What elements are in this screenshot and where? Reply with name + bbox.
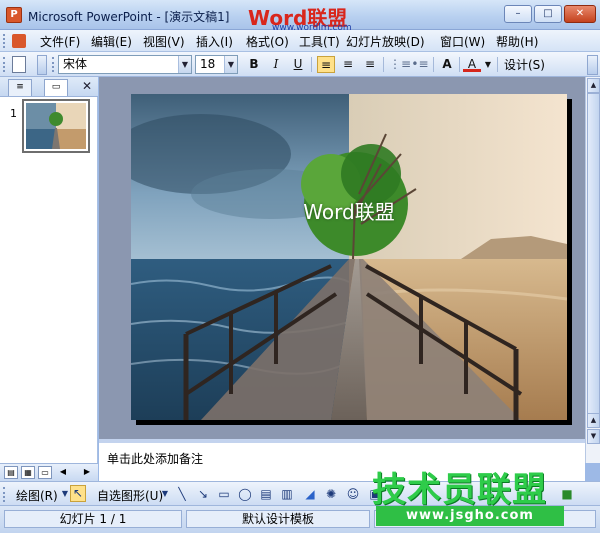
tab-outline[interactable]: ≡ <box>8 79 32 96</box>
menu-window[interactable]: 窗口(W) <box>440 33 485 50</box>
chevron-down-icon[interactable]: ▼ <box>224 56 237 73</box>
chevron-down-icon[interactable]: ▼ <box>483 56 493 73</box>
italic-button[interactable]: I <box>267 56 285 73</box>
chevron-down-icon[interactable]: ▼ <box>178 56 191 73</box>
minimize-button[interactable]: – <box>504 5 532 23</box>
font-color-button[interactable]: A <box>463 56 481 72</box>
textbox-icon[interactable]: ▤ <box>259 487 273 501</box>
menu-tools[interactable]: 工具(T) <box>299 33 340 50</box>
toolbar-grip[interactable] <box>3 57 6 72</box>
next-slide-icon[interactable]: ▼ <box>587 429 600 444</box>
vertical-scrollbar[interactable]: ▲ ▲ ▼ <box>585 77 600 463</box>
thumbnail-picture <box>26 103 86 149</box>
align-right-button[interactable]: ≡ <box>361 56 379 73</box>
close-pane-icon[interactable]: ✕ <box>82 79 92 93</box>
font-name-value: 宋体 <box>63 57 87 71</box>
scroll-left-icon[interactable]: ◀ <box>56 466 70 479</box>
scroll-thumb[interactable] <box>587 93 600 421</box>
new-document-icon[interactable] <box>12 56 26 73</box>
menu-file[interactable]: 文件(F) <box>40 33 80 50</box>
menu-edit[interactable]: 编辑(E) <box>91 33 132 50</box>
slide-position-status: 幻灯片 1 / 1 <box>4 510 182 528</box>
menu-help[interactable]: 帮助(H) <box>496 33 538 50</box>
window-title: Microsoft PowerPoint - [演示文稿1] <box>28 8 229 25</box>
draw-menu-button[interactable]: 绘图(R) <box>16 487 58 504</box>
diagram-icon[interactable]: ✺ <box>324 487 338 501</box>
template-status: 默认设计模板 <box>186 510 370 528</box>
slideshow-view-icon[interactable]: ▭ <box>38 466 52 479</box>
toolbar-options-button[interactable] <box>587 55 598 75</box>
powerpoint-app-icon[interactable]: P <box>6 7 22 23</box>
autoshapes-button[interactable]: 自选图形(U) <box>97 487 163 504</box>
toolbar-separator <box>433 57 434 72</box>
chevron-down-icon[interactable]: ▼ <box>158 487 172 501</box>
previous-slide-icon[interactable]: ▲ <box>587 413 600 428</box>
increase-font-button[interactable]: A <box>438 56 456 73</box>
bold-button[interactable]: B <box>245 56 263 73</box>
toolbar-separator <box>497 57 498 72</box>
notes-placeholder[interactable]: 单击此处添加备注 <box>107 450 203 467</box>
scroll-up-icon[interactable]: ▲ <box>587 78 600 93</box>
toolbar-separator <box>311 57 312 72</box>
maximize-button[interactable]: □ <box>534 5 562 23</box>
oval-icon[interactable]: ◯ <box>238 487 252 501</box>
clipart-icon[interactable]: ☺ <box>346 487 360 501</box>
watermark-bottom-url: www.jsgho.com <box>376 506 564 526</box>
close-button[interactable]: ✕ <box>564 5 596 23</box>
view-buttons-bar: ▤ ▦ ▭ ◀ ▶ <box>0 463 98 481</box>
font-size-select[interactable]: 18 ▼ <box>195 55 238 74</box>
menu-bar: 文件(F) 编辑(E) 视图(V) 插入(I) 格式(O) 工具(T) 幻灯片放… <box>0 30 600 52</box>
menu-format[interactable]: 格式(O) <box>246 33 289 50</box>
slide-number: 1 <box>10 107 17 120</box>
underline-button[interactable]: U <box>289 56 307 73</box>
select-pointer-icon[interactable]: ↖ <box>70 485 86 502</box>
font-size-value: 18 <box>200 57 215 71</box>
scroll-right-icon[interactable]: ▶ <box>80 466 94 479</box>
toolbar-grip[interactable] <box>3 34 6 48</box>
arrow-icon[interactable]: ↘ <box>196 487 210 501</box>
thumbnail-image <box>26 103 86 149</box>
document-icon[interactable] <box>12 34 26 48</box>
slides-pane: ≡ ▭ ✕ 1 <box>0 77 98 463</box>
toolbar-grip[interactable] <box>3 487 6 502</box>
title-bar: P Microsoft PowerPoint - [演示文稿1] Word联盟 … <box>0 0 600 30</box>
slide-sorter-icon[interactable]: ▦ <box>21 466 35 479</box>
menu-insert[interactable]: 插入(I) <box>196 33 233 50</box>
formatting-toolbar: 宋体 ▼ 18 ▼ B I U ≡ ≡ ≡ ⋮≡ •≡ A A ▼ 设计(S) <box>0 52 600 77</box>
slide-background-image <box>131 94 567 420</box>
line-icon[interactable]: ╲ <box>175 487 189 501</box>
toolbar-options-button[interactable] <box>37 55 47 75</box>
normal-view-icon[interactable]: ▤ <box>4 466 18 479</box>
wordart-icon[interactable]: ◢ <box>303 487 317 501</box>
slide-title[interactable]: Word联盟 <box>131 196 567 225</box>
menu-view[interactable]: 视图(V) <box>143 33 185 50</box>
slide-thumbnail[interactable] <box>22 99 90 153</box>
pane-tabs: ≡ ▭ ✕ <box>0 77 98 97</box>
align-left-button[interactable]: ≡ <box>317 56 335 73</box>
numbering-icon[interactable]: ⋮≡ <box>389 56 407 73</box>
3d-style-icon[interactable]: ■ <box>560 487 574 501</box>
toolbar-grip[interactable] <box>52 57 55 72</box>
align-center-button[interactable]: ≡ <box>339 56 357 73</box>
rectangle-icon[interactable]: ▭ <box>217 487 231 501</box>
toolbar-separator <box>459 57 460 72</box>
design-button[interactable]: 设计(S) <box>504 56 545 73</box>
font-name-select[interactable]: 宋体 ▼ <box>58 55 192 74</box>
bullets-icon[interactable]: •≡ <box>411 56 429 73</box>
vertical-textbox-icon[interactable]: ▥ <box>280 487 294 501</box>
tab-slides[interactable]: ▭ <box>44 79 68 96</box>
slide-canvas[interactable]: Word联盟 <box>131 94 567 420</box>
watermark-bottom-logo: 技术员联盟 <box>372 462 547 511</box>
menu-slideshow[interactable]: 幻灯片放映(D) <box>346 33 425 50</box>
toolbar-separator <box>383 57 384 72</box>
